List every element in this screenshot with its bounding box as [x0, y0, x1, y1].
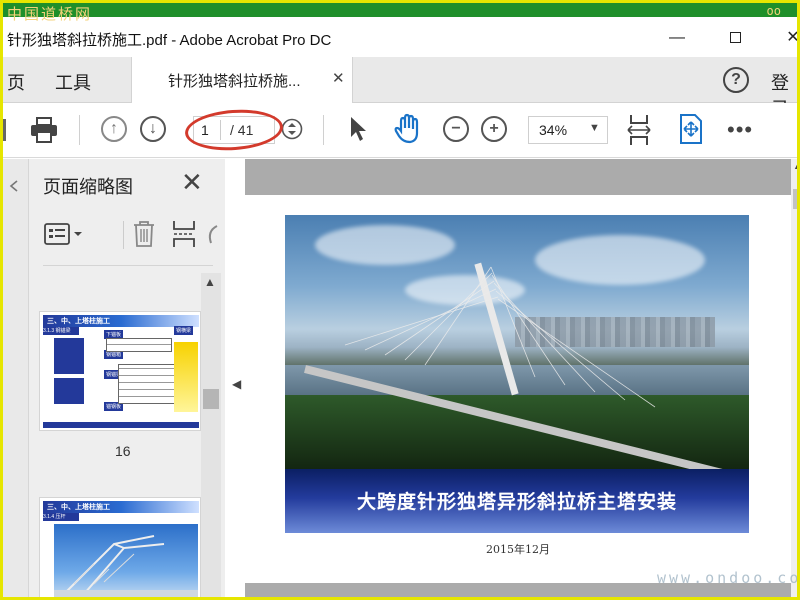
panel-divider [43, 265, 213, 266]
document-view[interactable]: 大跨度针形独塔异形斜拉桥主塔安装 2015年12月 ▲ [245, 159, 797, 597]
tab-document-label: 针形独塔斜拉桥施... [168, 73, 301, 90]
page-thumbnail-16[interactable]: 三、中、上塔柱施工 3.1.3 钢锚梁 下锚板 钢横梁 钢锚箱 钢锚梁 锚钢板 [39, 311, 201, 431]
more-options-icon[interactable]: ••• [727, 119, 753, 141]
thumbnail-drawing [106, 338, 172, 352]
thumbnail-subheader: 3.1.3 钢锚梁 [43, 327, 79, 335]
app-window: 中国道桥网 oo 针形独塔斜拉桥施工.pdf - Adobe Acrobat P… [0, 0, 800, 600]
zoom-out-icon[interactable]: − [443, 116, 469, 142]
crane-drawing [54, 535, 198, 597]
scroll-up-icon[interactable]: ▲ [793, 161, 797, 171]
page-thumbnail-17[interactable]: 三、中、上塔柱施工 3.1.4 压杆 [39, 497, 201, 597]
help-icon[interactable]: ? [723, 67, 749, 93]
title-banner: 大跨度针形独塔异形斜拉桥主塔安装 [285, 469, 749, 533]
panel-scrollbar[interactable]: ▲ [201, 273, 221, 597]
panel-title: 页面缩略图 [43, 177, 133, 197]
full-screen-icon[interactable] [677, 113, 705, 145]
main-toolbar: ↑ ↓ 1 / 41 − + 34% ▼ ••• [3, 103, 797, 158]
zoom-dropdown[interactable]: 34% ▼ [528, 116, 608, 144]
tab-home[interactable]: 页 [7, 69, 25, 95]
thumbnails-panel: 页面缩略图 ✕ ▲ 三、中、上塔柱施工 3.1.3 钢锚梁 下锚板 钢横梁 钢锚… [29, 159, 225, 597]
zoom-value: 34% [539, 122, 568, 138]
thumbnail-text-block [54, 338, 84, 374]
sidebar-strip [3, 159, 29, 597]
tab-row: 页 工具 针形独塔斜拉桥施... ✕ ? 登录 [3, 57, 797, 119]
thumbnail-header: 三、中、上塔柱施工 [43, 501, 199, 513]
watermark-top-left: 中国道桥网 [7, 5, 93, 23]
document-date: 2015年12月 [486, 543, 550, 556]
thumbnail-footer [43, 422, 199, 428]
hand-tool-icon[interactable] [393, 113, 423, 145]
document-title: 大跨度针形独塔异形斜拉桥主塔安装 [356, 491, 677, 513]
tab-document[interactable]: 针形独塔斜拉桥施... ✕ [131, 57, 353, 103]
thumbnail-photo [54, 524, 198, 597]
trash-icon[interactable] [131, 219, 157, 249]
print-icon[interactable] [29, 116, 59, 144]
toolbar-divider [79, 115, 80, 145]
bridge-cables [344, 266, 656, 408]
panel-toolbar [43, 217, 223, 257]
bridge-photo [285, 215, 749, 469]
thumbnail-header-text: 三、中、上塔柱施工 [47, 504, 110, 511]
scroll-up-icon[interactable]: ▲ [204, 275, 216, 289]
scroll-thumb[interactable] [203, 389, 219, 409]
maximize-button[interactable] [715, 25, 755, 51]
panel-close-button[interactable]: ✕ [181, 167, 203, 198]
page-stepper-icon[interactable] [281, 118, 303, 140]
top-green-strip [3, 3, 797, 17]
document-scrollbar[interactable]: ▲ [791, 159, 797, 597]
toolbar-left-edge-icon [3, 119, 9, 141]
tab-close-button[interactable]: ✕ [332, 69, 345, 87]
thumbnail-options-icon[interactable] [43, 221, 85, 247]
thumbnail-table [118, 364, 176, 404]
select-cursor-icon[interactable] [347, 115, 369, 143]
rotate-icon[interactable] [205, 223, 219, 249]
watermark-bottom: www.ondoo.com [657, 569, 800, 587]
thumbnail-subheader: 3.1.4 压杆 [43, 513, 79, 521]
thumbnail-tag: 钢横梁 [174, 326, 194, 335]
chevron-down-icon: ▼ [589, 122, 600, 134]
pdf-page: 大跨度针形独塔异形斜拉桥主塔安装 2015年12月 [245, 195, 791, 583]
zoom-in-icon[interactable]: + [481, 116, 507, 142]
maximize-icon [729, 32, 741, 44]
minimize-button[interactable]: — [657, 25, 697, 51]
tab-tools[interactable]: 工具 [55, 69, 91, 95]
thumbnail-text-block [54, 378, 84, 404]
prev-page-icon[interactable]: ↑ [101, 116, 127, 142]
insert-page-icon[interactable] [171, 219, 197, 249]
thumbnail-page-number: 16 [115, 443, 131, 459]
window-title: 针形独塔斜拉桥施工.pdf - Adobe Acrobat Pro DC [7, 32, 332, 49]
scroll-thumb[interactable] [793, 189, 797, 209]
thumbnail-header-text: 三、中、上塔柱施工 [47, 318, 110, 325]
sidebar-expand-icon[interactable] [7, 179, 21, 193]
watermark-top-right: oo [766, 4, 781, 18]
fit-width-icon[interactable] [625, 113, 653, 147]
panel-tools-divider [123, 221, 124, 249]
next-page-icon[interactable]: ↓ [140, 116, 166, 142]
toolbar-divider [323, 115, 324, 145]
title-bar: 针形独塔斜拉桥施工.pdf - Adobe Acrobat Pro DC — ✕ [3, 17, 797, 57]
collapse-panel-icon[interactable]: ◀ [232, 377, 241, 391]
thumbnail-photo [174, 342, 198, 412]
close-window-button[interactable]: ✕ [773, 25, 797, 51]
